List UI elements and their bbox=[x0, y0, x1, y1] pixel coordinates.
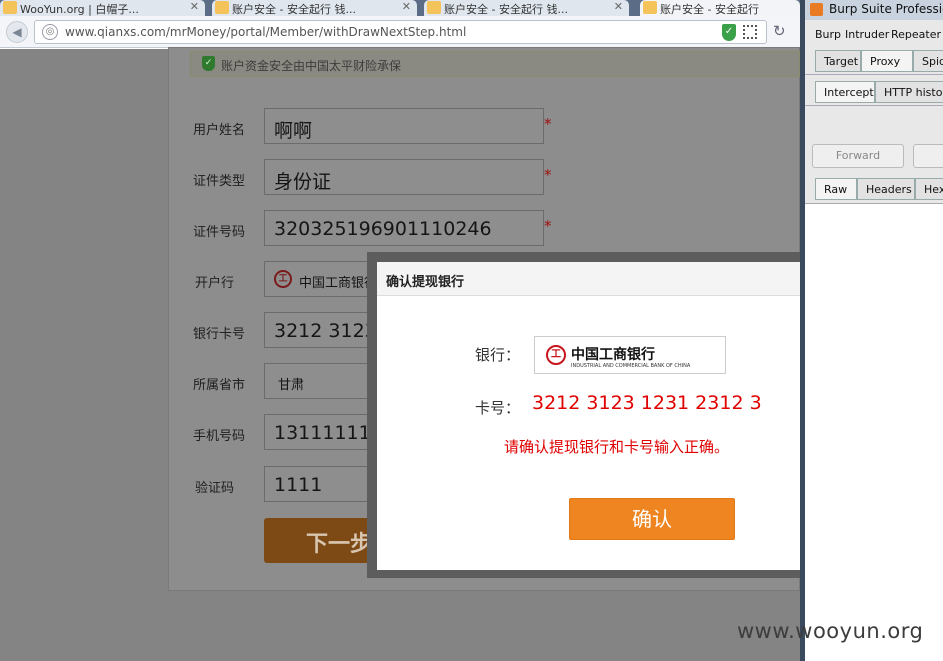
id-type-label: 证件类型 bbox=[193, 174, 246, 189]
card-number: 3212 3123 1231 2312 3 bbox=[532, 392, 762, 414]
bank-name-en: INDUSTRIAL AND COMMERCIAL BANK OF CHINA bbox=[571, 363, 691, 369]
card-number-label: 银行卡号 bbox=[193, 327, 246, 342]
burp-title: Burp Suite Professio bbox=[829, 2, 943, 16]
province-label: 所属省市 bbox=[193, 378, 246, 393]
bank-select-value: 中国工商银行 bbox=[299, 276, 378, 291]
tab-close-icon[interactable]: ✕ bbox=[614, 0, 623, 13]
tab-favicon-icon bbox=[215, 1, 229, 14]
warning-text: 请确认提现银行和卡号输入正确。 bbox=[504, 438, 730, 456]
qr-code-icon[interactable] bbox=[743, 25, 757, 39]
dialog-header: 确认提现银行 bbox=[377, 262, 800, 296]
browser-tab-active[interactable]: 账户安全 - 安全起行 bbox=[640, 0, 800, 16]
name-label: 用户姓名 bbox=[193, 123, 246, 138]
next-step-button[interactable]: 下一步 bbox=[264, 518, 384, 563]
notice-text: 账户资金安全由中国太平财险承保 bbox=[221, 59, 402, 73]
divider bbox=[805, 74, 943, 75]
watermark: www.wooyun.org bbox=[737, 619, 924, 643]
back-icon[interactable]: ◀ bbox=[6, 21, 28, 43]
burp-logo-icon bbox=[810, 3, 823, 16]
burp-suite-window: Burp Suite Professio Burp Intruder Repea… bbox=[800, 0, 943, 661]
tab-close-icon[interactable]: ✕ bbox=[190, 0, 199, 13]
browser-tab[interactable]: 账户安全 - 安全起行 钱... ✕ bbox=[212, 0, 417, 16]
bank-label: 银行： bbox=[475, 346, 521, 364]
captcha-label: 验证码 bbox=[195, 481, 235, 496]
bank-label: 开户行 bbox=[195, 276, 235, 291]
burp-title-bar: Burp Suite Professio bbox=[805, 0, 943, 20]
tab-favicon-icon bbox=[427, 1, 441, 14]
tab-headers[interactable]: Headers bbox=[857, 178, 915, 200]
name-field[interactable]: 啊啊 bbox=[264, 108, 544, 144]
phone-label: 手机号码 bbox=[193, 429, 246, 444]
drop-button[interactable] bbox=[913, 144, 943, 168]
required-mark: * bbox=[544, 166, 552, 184]
browser-tab[interactable]: WooYun.org | 白帽子... ✕ bbox=[0, 0, 205, 16]
request-editor[interactable] bbox=[805, 203, 943, 661]
forward-button[interactable]: Forward bbox=[812, 144, 904, 168]
bank-name: 中国工商银行 bbox=[571, 347, 655, 363]
globe-icon: ◎ bbox=[42, 24, 58, 40]
browser-nav-bar: ◀ ◎ www.qianxs.com/mrMoney/portal/Member… bbox=[0, 16, 806, 48]
icbc-logo-icon: 工 bbox=[546, 345, 566, 365]
tab-raw[interactable]: Raw bbox=[815, 178, 857, 200]
security-shield-icon[interactable]: ✓ bbox=[722, 24, 736, 41]
menu-burp[interactable]: Burp bbox=[815, 28, 841, 41]
confirm-bank-dialog: 确认提现银行 银行： 工 中国工商银行 INDUSTRIAL AND COMME… bbox=[377, 262, 800, 570]
tab-label: 账户安全 - 安全起行 bbox=[660, 3, 759, 16]
tab-spider[interactable]: Spide bbox=[913, 50, 943, 72]
url-text[interactable]: www.qianxs.com/mrMoney/portal/Member/wit… bbox=[65, 25, 466, 39]
bank-logo-box: 工 中国工商银行 INDUSTRIAL AND COMMERCIAL BANK … bbox=[534, 336, 726, 374]
address-bar[interactable]: ◎ www.qianxs.com/mrMoney/portal/Member/w… bbox=[34, 20, 806, 44]
tab-intercept[interactable]: Intercept bbox=[815, 81, 875, 103]
tab-http-history[interactable]: HTTP history bbox=[875, 81, 943, 103]
shield-check-icon: ✓ bbox=[202, 56, 215, 71]
tab-proxy[interactable]: Proxy bbox=[861, 50, 913, 72]
confirm-button[interactable]: 确认 bbox=[569, 498, 735, 540]
divider bbox=[805, 105, 943, 106]
tab-target[interactable]: Target bbox=[815, 50, 861, 72]
tab-hex[interactable]: Hex bbox=[915, 178, 943, 200]
icbc-logo-icon: 工 bbox=[274, 270, 292, 288]
required-mark: * bbox=[544, 217, 552, 235]
tab-label: 账户安全 - 安全起行 钱... bbox=[444, 3, 568, 16]
insurance-notice: ✓ 账户资金安全由中国太平财险承保 bbox=[190, 51, 800, 77]
dialog-title: 确认提现银行 bbox=[386, 275, 465, 290]
menu-repeater[interactable]: Repeater bbox=[891, 28, 941, 41]
id-number-field[interactable]: 320325196901110246 bbox=[264, 210, 544, 246]
burp-menu-bar: Burp Intruder Repeater bbox=[805, 25, 943, 45]
tab-label: WooYun.org | 白帽子... bbox=[20, 3, 139, 16]
tab-favicon-icon bbox=[3, 1, 17, 14]
id-type-field[interactable]: 身份证 bbox=[264, 159, 544, 195]
tab-label: 账户安全 - 安全起行 钱... bbox=[232, 3, 356, 16]
card-label: 卡号： bbox=[475, 399, 521, 417]
browser-tab[interactable]: 账户安全 - 安全起行 钱... ✕ bbox=[424, 0, 629, 16]
id-number-label: 证件号码 bbox=[193, 225, 246, 240]
browser-tab-bar: WooYun.org | 白帽子... ✕ 账户安全 - 安全起行 钱... ✕… bbox=[0, 0, 800, 16]
menu-intruder[interactable]: Intruder bbox=[845, 28, 889, 41]
tab-close-icon[interactable]: ✕ bbox=[402, 0, 411, 13]
tab-favicon-icon bbox=[643, 1, 657, 14]
required-mark: * bbox=[544, 115, 552, 133]
reload-icon[interactable]: ↻ bbox=[773, 22, 786, 40]
